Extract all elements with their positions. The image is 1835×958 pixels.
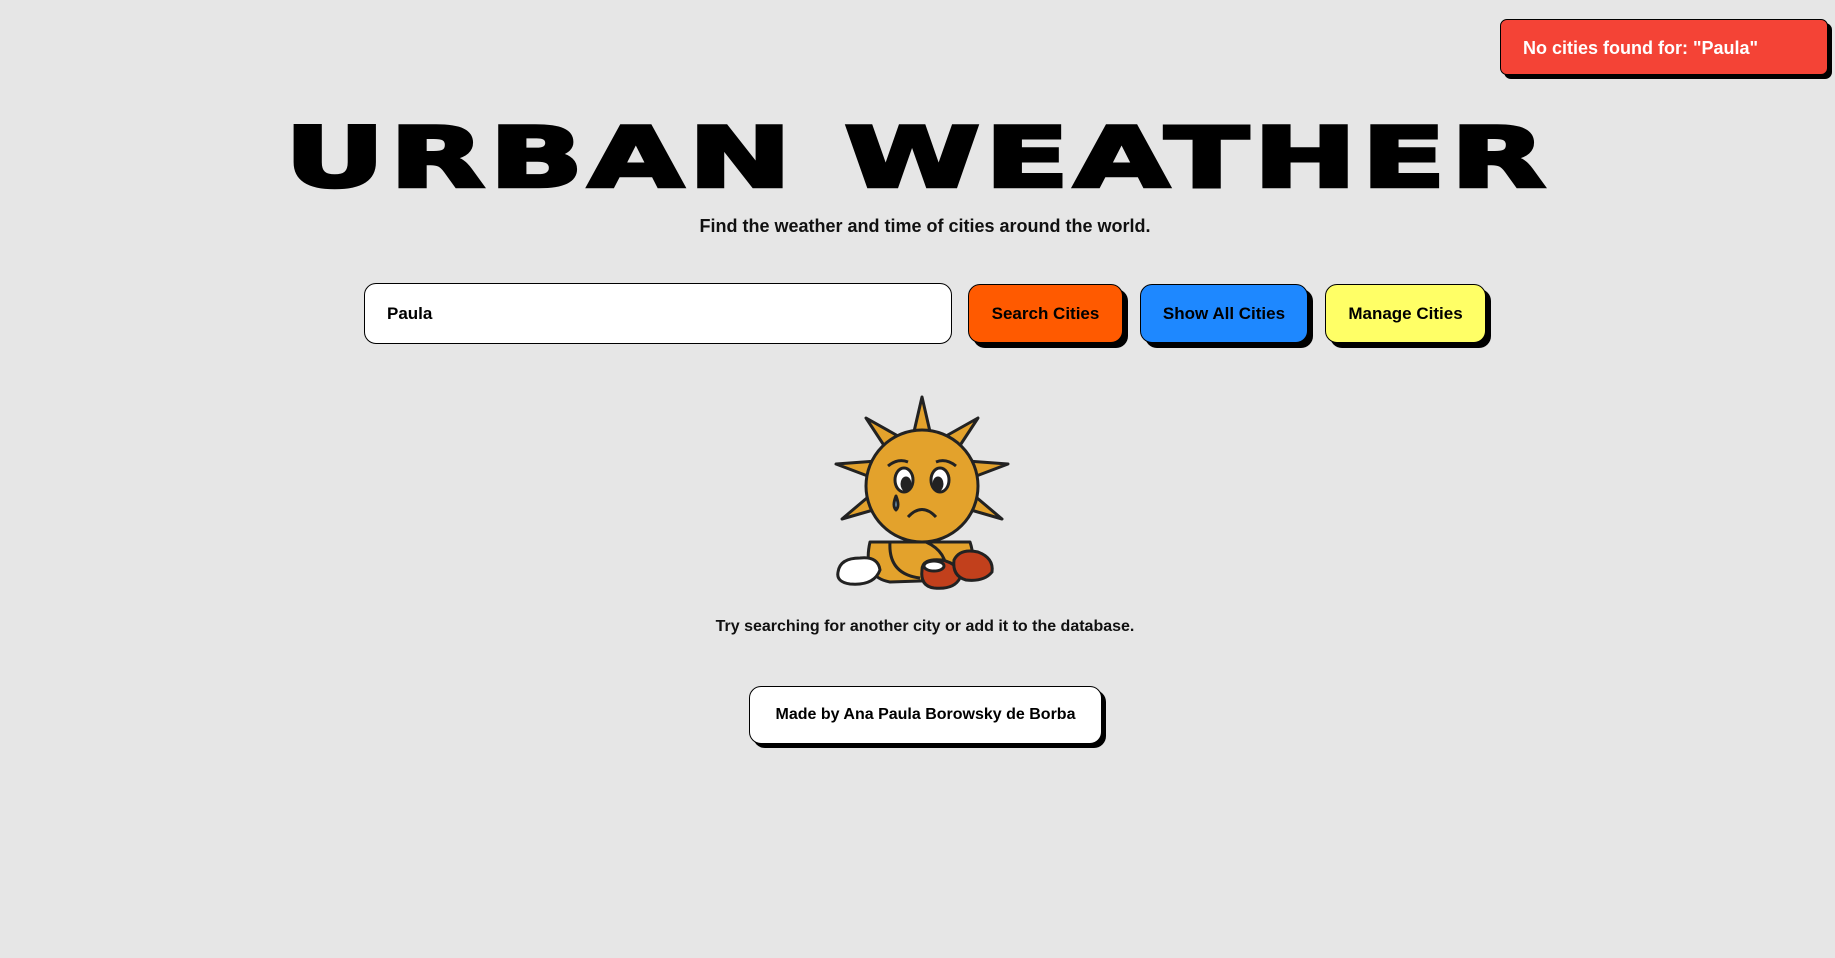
page: No cities found for: "Paula" URBAN WEATH… (0, 0, 1835, 958)
search-cities-button[interactable]: Search Cities (968, 284, 1123, 343)
credit-text: Made by Ana Paula Borowsky de Borba (775, 706, 1076, 723)
app-title: URBAN WEATHER (282, 109, 1551, 207)
sad-sun-illustration (834, 395, 1010, 590)
empty-state-hint: Try searching for another city or add it… (715, 618, 1135, 635)
toast-message: No cities found for: "Paula" (1523, 38, 1759, 58)
manage-cities-button[interactable]: Manage Cities (1325, 284, 1486, 343)
app-subtitle: Find the weather and time of cities arou… (699, 216, 1151, 236)
show-all-cities-button[interactable]: Show All Cities (1140, 284, 1308, 343)
city-search-input[interactable] (364, 283, 952, 344)
credit-badge: Made by Ana Paula Borowsky de Borba (749, 686, 1102, 744)
no-results-toast: No cities found for: "Paula" (1500, 19, 1828, 75)
